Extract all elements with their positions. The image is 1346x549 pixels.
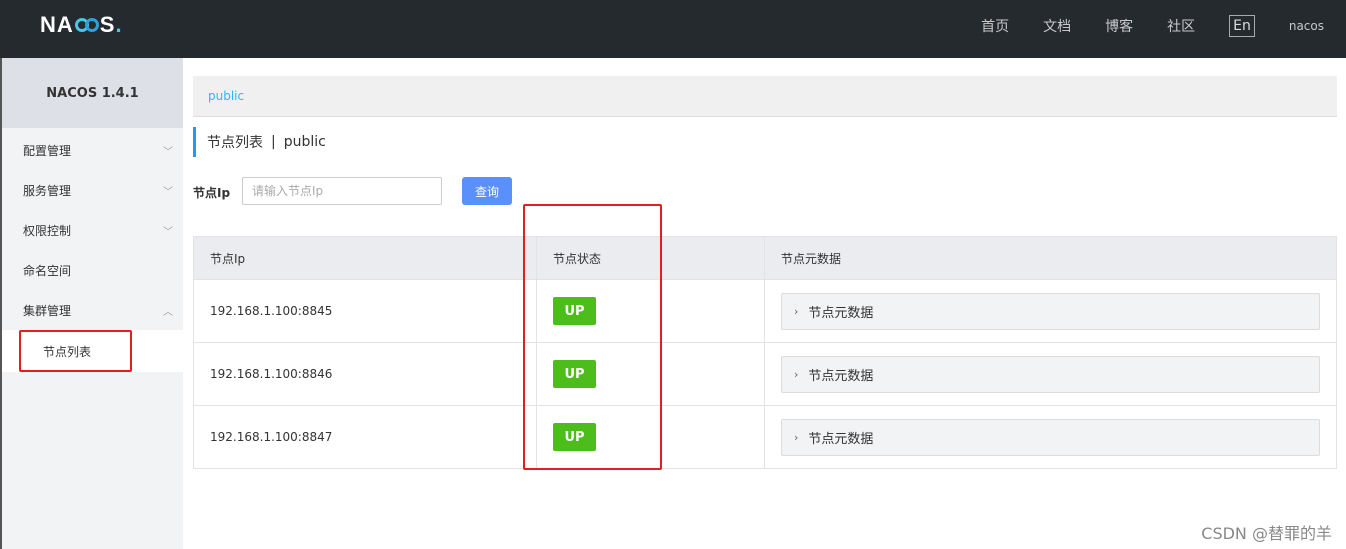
search-button[interactable]: 查询 (462, 177, 512, 205)
chevron-down-icon: ﹀ (163, 187, 173, 198)
table-row: 192.168.1.100:8846 UP › 节点元数据 (194, 342, 1336, 405)
status-badge: UP (553, 423, 596, 451)
metadata-collapse[interactable]: › 节点元数据 (781, 292, 1320, 330)
sidebar-title: NACOS 1.4.1 (2, 58, 183, 128)
node-ip-cell: 192.168.1.100:8846 (194, 343, 537, 405)
column-header-meta: 节点元数据 (781, 251, 842, 266)
table-row: 192.168.1.100:8845 UP › 节点元数据 (194, 279, 1336, 342)
page-title: 节点列表 | public (193, 127, 326, 157)
node-meta-cell: › 节点元数据 (765, 406, 1336, 468)
metadata-label: 节点元数据 (808, 368, 874, 384)
chevron-right-icon: › (794, 304, 799, 318)
table-row: 192.168.1.100:8847 UP › 节点元数据 (194, 405, 1336, 468)
sidebar-item-label: 权限控制 (23, 223, 72, 238)
sidebar-item-namespace[interactable]: 命名空间 (2, 250, 183, 290)
node-state-cell: UP (537, 343, 765, 405)
status-badge: UP (553, 360, 596, 388)
nacos-logo[interactable]: NA S. (40, 12, 123, 38)
chevron-down-icon: ﹀ (163, 227, 173, 238)
column-header-state: 节点状态 (537, 237, 765, 279)
nav-docs[interactable]: 文档 (1043, 16, 1071, 36)
node-ip-cell: 192.168.1.100:8845 (194, 280, 537, 342)
chevron-down-icon: ﹀ (163, 147, 173, 158)
nav-community[interactable]: 社区 (1167, 16, 1195, 36)
metadata-label: 节点元数据 (808, 305, 874, 321)
page-title-text: 节点列表 (207, 135, 263, 151)
sidebar-item-auth[interactable]: 权限控制 ﹀ (2, 210, 183, 250)
language-switch-button[interactable]: En (1229, 15, 1255, 37)
metadata-label: 节点元数据 (808, 431, 874, 447)
sidebar-item-label: 配置管理 (23, 143, 72, 158)
node-state-cell: UP (537, 280, 765, 342)
namespace-link[interactable]: public (208, 89, 244, 103)
node-ip-cell: 192.168.1.100:8847 (194, 406, 537, 468)
top-header: NA S. 首页 文档 博客 社区 En nacos (0, 0, 1346, 58)
sidebar-item-label: 集群管理 (23, 303, 72, 318)
namespace-bar: public (193, 76, 1337, 117)
chevron-up-icon: ︿ (163, 307, 173, 318)
watermark: CSDN @替罪的羊 (1201, 524, 1332, 543)
sidebar-item-label: 服务管理 (23, 183, 72, 198)
node-ip-label: 节点Ip (193, 186, 231, 200)
sidebar-item-service[interactable]: 服务管理 ﹀ (2, 170, 183, 210)
sidebar-item-label: 命名空间 (23, 263, 72, 278)
page-namespace: public (283, 134, 326, 150)
status-badge: UP (553, 297, 596, 325)
nav-blog[interactable]: 博客 (1105, 16, 1133, 36)
sidebar: NACOS 1.4.1 配置管理 ﹀ 服务管理 ﹀ 权限控制 ﹀ 命名空间 集群… (2, 58, 183, 549)
column-header-ip: 节点Ip (194, 237, 537, 279)
chevron-right-icon: › (794, 430, 799, 444)
top-nav: 首页 文档 博客 社区 En nacos (981, 0, 1346, 52)
node-meta-cell: › 节点元数据 (765, 343, 1336, 405)
sidebar-subitem-node-list[interactable]: 节点列表 (2, 330, 183, 372)
node-meta-cell: › 节点元数据 (765, 280, 1336, 342)
node-table: 节点Ip 节点状态 节点元数据 192.168.1.100:8845 UP › … (193, 236, 1337, 469)
title-separator: | (271, 134, 276, 150)
sidebar-item-config[interactable]: 配置管理 ﹀ (2, 130, 183, 170)
chevron-right-icon: › (794, 367, 799, 381)
user-menu[interactable]: nacos (1289, 19, 1324, 33)
nav-home[interactable]: 首页 (981, 16, 1009, 36)
metadata-collapse[interactable]: › 节点元数据 (781, 355, 1320, 393)
table-header: 节点Ip 节点状态 节点元数据 (194, 237, 1336, 279)
node-state-cell: UP (537, 406, 765, 468)
sidebar-item-cluster[interactable]: 集群管理 ︿ (2, 290, 183, 330)
node-ip-input[interactable] (242, 177, 442, 205)
metadata-collapse[interactable]: › 节点元数据 (781, 418, 1320, 456)
